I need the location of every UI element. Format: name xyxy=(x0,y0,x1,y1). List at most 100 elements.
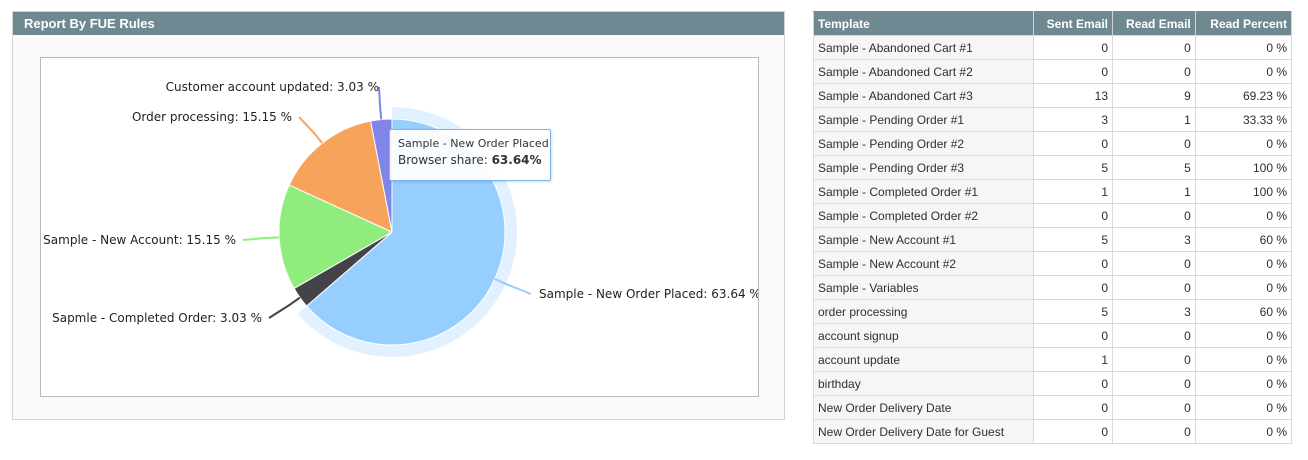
cell-read-percent: 33.33 % xyxy=(1194,107,1293,132)
cell-read-email: 0 xyxy=(1112,203,1196,228)
table-row: Sample - New Account #1 5 3 60 % xyxy=(813,227,1293,252)
cell-template: Sample - Variables xyxy=(813,275,1034,300)
cell-read-percent: 69.23 % xyxy=(1194,83,1293,108)
table-row: Sample - Pending Order #1 3 1 33.33 % xyxy=(813,107,1293,132)
pie-data-label: Customer account updated: 3.03 % xyxy=(166,80,379,94)
column-header-template[interactable]: Template xyxy=(813,11,1034,36)
cell-read-percent: 0 % xyxy=(1194,35,1293,60)
pie-label-connector xyxy=(298,116,323,144)
cell-read-percent: 60 % xyxy=(1194,227,1293,252)
cell-read-percent: 0 % xyxy=(1194,419,1293,444)
cell-read-percent: 0 % xyxy=(1194,371,1293,396)
pie-label-connector xyxy=(242,236,280,241)
cell-template: account update xyxy=(813,347,1034,372)
table-row: birthday 0 0 0 % xyxy=(813,371,1293,396)
cell-template: Sample - Completed Order #1 xyxy=(813,179,1034,204)
cell-read-email: 1 xyxy=(1112,107,1196,132)
cell-sent-email: 0 xyxy=(1033,275,1113,300)
cell-sent-email: 5 xyxy=(1033,227,1113,252)
cell-template: Sample - Abandoned Cart #2 xyxy=(813,59,1034,84)
report-panel-title: Report By FUE Rules xyxy=(13,12,784,35)
cell-read-percent: 0 % xyxy=(1194,59,1293,84)
cell-read-percent: 100 % xyxy=(1194,179,1293,204)
cell-sent-email: 1 xyxy=(1033,347,1113,372)
table-row: account signup 0 0 0 % xyxy=(813,323,1293,348)
cell-read-percent: 60 % xyxy=(1194,299,1293,324)
chart-tooltip: Sample - New Order Placed Browser share:… xyxy=(389,129,551,181)
cell-sent-email: 0 xyxy=(1033,203,1113,228)
cell-read-email: 3 xyxy=(1112,227,1196,252)
cell-template: account signup xyxy=(813,323,1034,348)
cell-template: Sample - New Account #1 xyxy=(813,227,1034,252)
cell-sent-email: 0 xyxy=(1033,35,1113,60)
cell-template: birthday xyxy=(813,371,1034,396)
cell-read-percent: 100 % xyxy=(1194,155,1293,180)
cell-read-percent: 0 % xyxy=(1194,395,1293,420)
report-panel: Report By FUE Rules Sample - New Order P… xyxy=(12,11,785,420)
tooltip-value-row: Browser share: 63.64% xyxy=(398,152,542,169)
cell-sent-email: 0 xyxy=(1033,251,1113,276)
cell-read-percent: 0 % xyxy=(1194,251,1293,276)
cell-sent-email: 13 xyxy=(1033,83,1113,108)
cell-template: New Order Delivery Date xyxy=(813,395,1034,420)
cell-read-email: 1 xyxy=(1112,179,1196,204)
column-header-read-percent[interactable]: Read Percent xyxy=(1194,11,1293,36)
table-row: Sample - Pending Order #2 0 0 0 % xyxy=(813,131,1293,156)
table-row: Sample - Variables 0 0 0 % xyxy=(813,275,1293,300)
tooltip-series-name: Sample - New Order Placed xyxy=(398,137,549,150)
cell-read-percent: 0 % xyxy=(1194,203,1293,228)
cell-read-percent: 0 % xyxy=(1194,323,1293,348)
cell-read-email: 0 xyxy=(1112,371,1196,396)
table-row: Sample - Abandoned Cart #1 0 0 0 % xyxy=(813,35,1293,60)
cell-template: New Order Delivery Date for Guest xyxy=(813,419,1034,444)
cell-read-percent: 0 % xyxy=(1194,131,1293,156)
tooltip-value: 63.64% xyxy=(491,153,542,167)
cell-read-email: 0 xyxy=(1112,251,1196,276)
column-header-sent-email[interactable]: Sent Email xyxy=(1033,11,1113,36)
table-row: New Order Delivery Date for Guest 0 0 0 % xyxy=(813,419,1293,444)
table-header-row: Template Sent Email Read Email Read Perc… xyxy=(813,11,1293,36)
cell-read-email: 0 xyxy=(1112,35,1196,60)
cell-read-email: 0 xyxy=(1112,323,1196,348)
cell-template: Sample - Pending Order #1 xyxy=(813,107,1034,132)
cell-read-email: 0 xyxy=(1112,59,1196,84)
table-body: Sample - Abandoned Cart #1 0 0 0 % Sample - … xyxy=(813,35,1293,444)
table-row: Sample - Completed Order #2 0 0 0 % xyxy=(813,203,1293,228)
cell-read-email: 9 xyxy=(1112,83,1196,108)
pie-label-connector xyxy=(268,296,301,319)
cell-sent-email: 1 xyxy=(1033,179,1113,204)
cell-template: order processing xyxy=(813,299,1034,324)
table-row: Sample - Pending Order #3 5 5 100 % xyxy=(813,155,1293,180)
cell-template: Sample - New Account #2 xyxy=(813,251,1034,276)
cell-template: Sample - Abandoned Cart #1 xyxy=(813,35,1034,60)
cell-sent-email: 0 xyxy=(1033,59,1113,84)
cell-read-email: 0 xyxy=(1112,275,1196,300)
cell-template: Sample - Completed Order #2 xyxy=(813,203,1034,228)
pie-data-label: Sample - New Order Placed: 63.64 % xyxy=(539,287,758,301)
table-row: order processing 5 3 60 % xyxy=(813,299,1293,324)
cell-sent-email: 5 xyxy=(1033,155,1113,180)
column-header-read-email[interactable]: Read Email xyxy=(1112,11,1196,36)
cell-template: Sample - Abandoned Cart #3 xyxy=(813,83,1034,108)
pie-chart: Sample - New Order Placed: 63.64 % Sapmle… xyxy=(40,57,759,397)
cell-sent-email: 0 xyxy=(1033,419,1113,444)
cell-template: Sample - Pending Order #3 xyxy=(813,155,1034,180)
email-stats-table: Template Sent Email Read Email Read Perc… xyxy=(813,11,1293,444)
cell-read-email: 0 xyxy=(1112,419,1196,444)
pie-data-label: Sample - New Account: 15.15 % xyxy=(43,233,236,247)
cell-sent-email: 0 xyxy=(1033,323,1113,348)
cell-read-email: 3 xyxy=(1112,299,1196,324)
table-row: account update 1 0 0 % xyxy=(813,347,1293,372)
cell-read-percent: 0 % xyxy=(1194,347,1293,372)
table-row: New Order Delivery Date 0 0 0 % xyxy=(813,395,1293,420)
cell-sent-email: 0 xyxy=(1033,131,1113,156)
pie-data-label: Sapmle - Completed Order: 3.03 % xyxy=(52,311,262,325)
cell-sent-email: 5 xyxy=(1033,299,1113,324)
tooltip-label: Browser share: xyxy=(398,153,492,167)
cell-read-percent: 0 % xyxy=(1194,275,1293,300)
pie-chart-svg: Sample - New Order Placed: 63.64 % Sapmle… xyxy=(43,80,758,357)
cell-sent-email: 0 xyxy=(1033,395,1113,420)
table-row: Sample - New Account #2 0 0 0 % xyxy=(813,251,1293,276)
pie-label-connector xyxy=(378,86,383,120)
cell-template: Sample - Pending Order #2 xyxy=(813,131,1034,156)
